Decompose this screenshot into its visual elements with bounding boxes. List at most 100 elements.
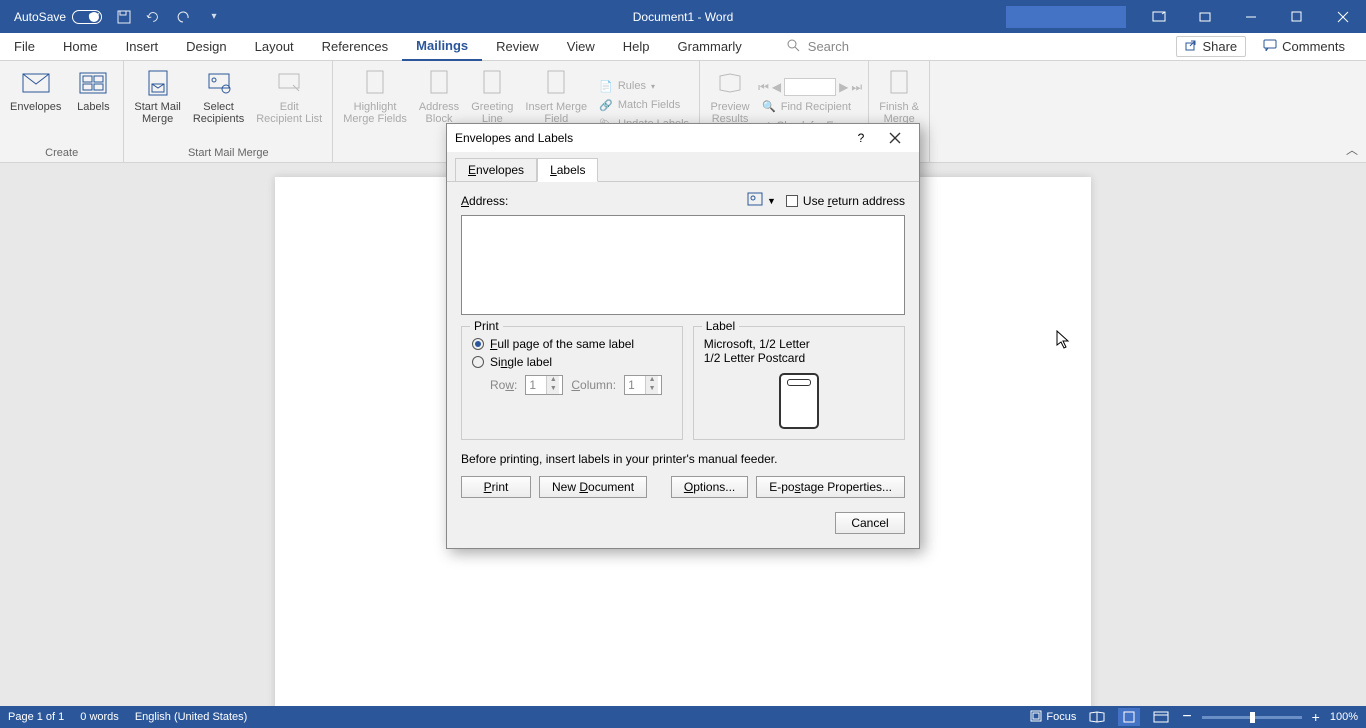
tab-labels[interactable]: Labels — [537, 158, 598, 182]
print-layout-icon[interactable] — [1118, 708, 1140, 726]
checkbox-icon — [786, 195, 798, 207]
language-indicator[interactable]: English (United States) — [135, 711, 248, 723]
chevron-down-icon: ▾ — [651, 82, 655, 91]
tab-design[interactable]: Design — [172, 33, 240, 61]
tab-review[interactable]: Review — [482, 33, 553, 61]
cancel-button[interactable]: Cancel — [835, 512, 905, 534]
redo-icon[interactable] — [176, 9, 192, 25]
last-record-icon[interactable]: ⏭ — [851, 80, 862, 95]
search-label: Search — [808, 39, 849, 54]
search-box[interactable]: Search — [786, 38, 849, 55]
row-label: Row: — [490, 378, 517, 392]
prev-record-icon[interactable]: ◀ — [772, 80, 781, 94]
select-recipients-button[interactable]: Select Recipients — [189, 65, 248, 145]
match-icon: 🔗 — [599, 99, 613, 112]
dialog-help-icon[interactable]: ? — [845, 125, 877, 151]
page-indicator[interactable]: Page 1 of 1 — [8, 711, 64, 723]
new-document-button[interactable]: New Document — [539, 476, 647, 498]
labels-button[interactable]: Labels — [69, 65, 117, 145]
label-vendor: Microsoft, 1/2 Letter — [704, 337, 894, 351]
envelopes-and-labels-dialog: Envelopes and Labels ? Envelopes Labels … — [446, 123, 920, 549]
spinner-down-icon[interactable]: ▼ — [547, 385, 559, 394]
window-close-icon[interactable] — [1320, 0, 1366, 33]
zoom-out-button[interactable]: − — [1182, 712, 1191, 722]
titlebar: AutoSave Off ▾ Document1 - Word — [0, 0, 1366, 33]
tab-file[interactable]: File — [0, 33, 49, 61]
column-spinner[interactable]: ▲▼ — [624, 375, 662, 395]
autosave-toggle[interactable]: AutoSave Off — [14, 10, 102, 24]
account-button[interactable] — [1006, 6, 1126, 28]
record-number-input[interactable] — [784, 78, 836, 96]
window-minimize-icon[interactable] — [1228, 0, 1274, 33]
edit-list-icon — [273, 67, 305, 99]
dialog-titlebar[interactable]: Envelopes and Labels ? — [447, 124, 919, 152]
tab-mailings[interactable]: Mailings — [402, 33, 482, 61]
single-label-radio[interactable]: Single label — [472, 355, 672, 369]
chevron-down-icon: ▼ — [767, 196, 776, 206]
window-maximize-icon[interactable] — [1274, 0, 1320, 33]
address-input[interactable] — [461, 215, 905, 315]
row-input[interactable] — [526, 378, 546, 392]
highlight-merge-fields-button[interactable]: Highlight Merge Fields — [339, 65, 411, 145]
match-fields-button[interactable]: 🔗Match Fields — [595, 97, 693, 114]
envelope-icon — [20, 67, 52, 99]
collapse-ribbon-icon[interactable]: ︿ — [1346, 141, 1358, 158]
tab-references[interactable]: References — [308, 33, 402, 61]
envelopes-button[interactable]: Envelopes — [6, 65, 65, 145]
spinner-up-icon[interactable]: ▲ — [547, 376, 559, 385]
focus-mode-button[interactable]: Focus — [1030, 710, 1076, 725]
undo-icon[interactable] — [146, 9, 162, 25]
row-spinner[interactable]: ▲▼ — [525, 375, 563, 395]
ribbon-display-icon[interactable] — [1136, 0, 1182, 33]
ribbon-group-start-mail-merge: Start Mail Merge Select Recipients Edit … — [124, 61, 333, 162]
spinner-down-icon[interactable]: ▼ — [646, 385, 658, 394]
share-button[interactable]: Share — [1176, 36, 1246, 57]
spinner-up-icon[interactable]: ▲ — [646, 376, 658, 385]
epostage-button[interactable]: E-postage Properties... — [756, 476, 905, 498]
start-mail-merge-button[interactable]: Start Mail Merge — [130, 65, 184, 145]
tab-insert[interactable]: Insert — [112, 33, 173, 61]
column-input[interactable] — [625, 378, 645, 392]
document-title: Document1 - Word — [633, 10, 733, 24]
address-book-button[interactable]: ▼ — [747, 192, 776, 209]
menubar: File Home Insert Design Layout Reference… — [0, 33, 1366, 61]
tab-home[interactable]: Home — [49, 33, 112, 61]
share-icon — [1185, 39, 1197, 54]
edit-recipient-list-button[interactable]: Edit Recipient List — [252, 65, 326, 145]
first-record-icon[interactable]: ⏮ — [758, 80, 769, 95]
zoom-slider[interactable] — [1202, 716, 1302, 719]
dialog-close-icon[interactable] — [879, 125, 911, 151]
next-record-icon[interactable]: ▶ — [839, 80, 848, 94]
tab-grammarly[interactable]: Grammarly — [664, 33, 756, 61]
window-fullscreen-icon[interactable] — [1182, 0, 1228, 33]
tab-layout[interactable]: Layout — [241, 33, 308, 61]
dialog-title: Envelopes and Labels — [455, 131, 573, 145]
read-mode-icon[interactable] — [1086, 708, 1108, 726]
word-count[interactable]: 0 words — [80, 711, 119, 723]
radio-checked-icon — [472, 338, 484, 350]
comments-button[interactable]: Comments — [1254, 36, 1354, 57]
mail-merge-icon — [142, 67, 174, 99]
web-layout-icon[interactable] — [1150, 708, 1172, 726]
options-button[interactable]: Options... — [671, 476, 748, 498]
find-recipient-button[interactable]: 🔍Find Recipient — [758, 98, 862, 115]
recipients-icon — [203, 67, 235, 99]
use-return-address-checkbox[interactable]: Use return address — [786, 194, 905, 208]
full-page-radio[interactable]: Full page of the same label — [472, 337, 672, 351]
finish-icon — [883, 67, 915, 99]
tab-view[interactable]: View — [553, 33, 609, 61]
label-group[interactable]: Label Microsoft, 1/2 Letter 1/2 Letter P… — [693, 326, 905, 440]
rules-button[interactable]: 📄Rules▾ — [595, 78, 693, 95]
labels-icon — [77, 67, 109, 99]
print-button[interactable]: Print — [461, 476, 531, 498]
address-book-icon — [747, 192, 765, 209]
preview-icon — [714, 67, 746, 99]
find-icon: 🔍 — [762, 100, 776, 113]
save-icon[interactable] — [116, 9, 132, 25]
zoom-level[interactable]: 100% — [1330, 711, 1358, 723]
tab-help[interactable]: Help — [609, 33, 664, 61]
zoom-in-button[interactable]: + — [1312, 712, 1320, 722]
address-block-icon — [423, 67, 455, 99]
tab-envelopes[interactable]: Envelopes — [455, 158, 537, 182]
qat-customize-icon[interactable]: ▾ — [206, 9, 222, 25]
